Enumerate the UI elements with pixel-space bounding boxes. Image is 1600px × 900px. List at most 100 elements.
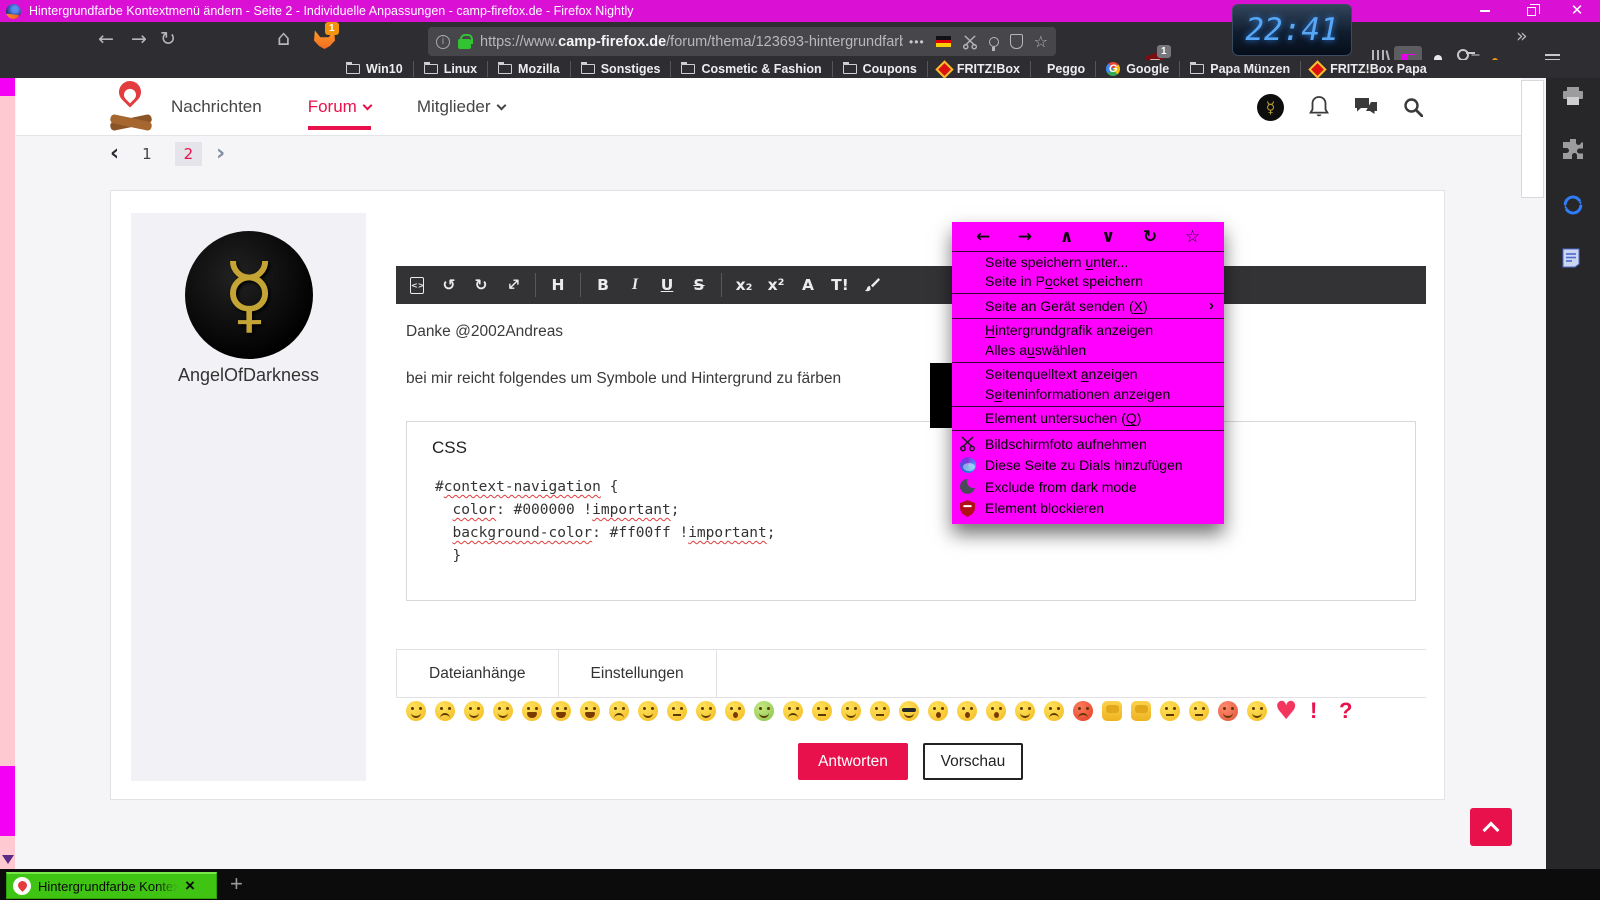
emoji-tongue[interactable] [493,701,513,721]
left-scrollbar-up-button[interactable] [0,78,15,96]
page-info-icon[interactable]: i [436,35,450,49]
right-scrollbar-thumb[interactable] [1521,80,1544,198]
tab-einstellungen[interactable]: Einstellungen [559,650,717,697]
emoji-grin[interactable] [522,701,542,721]
bookmark-item[interactable]: Sonstiges [570,61,671,77]
campfire-logo-icon[interactable] [108,80,154,130]
emoji-tired[interactable] [783,701,803,721]
author-avatar[interactable]: ☿ [185,231,313,359]
italic-button[interactable]: I [620,270,650,300]
menu-item[interactable]: Element blockieren [952,498,1224,520]
bookmark-item[interactable]: Linux [413,61,487,77]
bookmark-item[interactable]: Mozilla [487,61,570,77]
user-avatar[interactable]: ☿ [1257,94,1284,121]
fullscreen-button[interactable]: ↕ [498,270,528,300]
emoji-heart[interactable] [1276,701,1296,721]
pocket-shield-icon[interactable] [1010,34,1023,49]
active-tab[interactable]: Hintergrundfarbe Kontextmen × [6,872,217,899]
left-scrollbar-thumb[interactable] [0,766,15,836]
german-flag-icon[interactable] [936,36,951,47]
close-button[interactable]: ✕ [1554,0,1600,22]
font-color-button[interactable]: A [793,270,823,300]
emoji-joy[interactable] [580,701,600,721]
menu-item[interactable]: Bildschirmfoto aufnehmen [952,433,1224,455]
screenshot-page-action-icon[interactable] [962,34,978,50]
text-size-button[interactable]: T! [825,270,855,300]
emoji-rage[interactable] [1073,701,1093,721]
menu-item[interactable]: Exclude from dark mode [952,476,1224,498]
bookmark-item[interactable]: Coupons [832,61,927,77]
bold-button[interactable]: B [588,270,618,300]
clock-widget[interactable]: 22:41 [1232,4,1352,56]
left-scrollbar-track[interactable] [0,78,15,869]
forward-button[interactable]: → [131,28,147,50]
new-tab-button[interactable]: + [230,871,243,897]
maximize-button[interactable] [1508,0,1554,22]
bookmark-item[interactable]: GGoogle [1095,61,1179,77]
emoji-eye-roll[interactable] [986,701,1006,721]
emoji-laugh[interactable] [551,701,571,721]
reload-button[interactable]: ↻ [160,28,176,50]
pagination-page-2[interactable]: 2 [175,142,203,166]
scroll-to-top-button[interactable] [1470,808,1512,846]
emoji-angry[interactable] [609,701,629,721]
emoji-fist[interactable] [1102,701,1122,721]
emoji-devil[interactable] [1218,701,1238,721]
menu-bookmark-icon[interactable]: ☆ [1185,227,1200,247]
emoji-thumbs-up[interactable] [1131,701,1151,721]
menu-item[interactable]: Seiteninformationen anzeigen [952,384,1224,404]
menu-item[interactable]: Seite an Gerät senden (X)› [952,296,1224,316]
subscript-button[interactable]: x₂ [729,270,759,300]
emoji-kiss[interactable] [957,701,977,721]
extensions-button[interactable] [1562,138,1584,165]
nav-item-nachrichten[interactable]: Nachrichten [171,78,262,136]
pagination-page-1[interactable]: 1 [133,142,161,166]
menu-item[interactable]: Alles auswählen [952,340,1224,360]
print-button[interactable] [1562,86,1584,111]
url-bar[interactable]: i https://www.camp-firefox.de/forum/them… [428,27,1056,56]
emoji-flushed[interactable] [928,701,948,721]
emoji-sick[interactable] [754,701,774,721]
menu-item[interactable]: Seitenquelltext anzeigen [952,365,1224,385]
emoji-cry[interactable] [1044,701,1064,721]
conversations-icon[interactable] [1354,97,1378,117]
bookmark-item[interactable]: Papa Münzen [1179,61,1300,77]
emoji-smile[interactable] [406,701,426,721]
menu-back-icon[interactable]: ← [976,227,990,247]
bookmark-item[interactable]: FRITZ!Box Papa [1300,61,1437,77]
superscript-button[interactable]: x² [761,270,791,300]
overflow-menu-button[interactable]: » [1516,25,1528,47]
menu-item[interactable]: Hintergrundgrafik anzeigen [952,321,1224,341]
emoji-frown[interactable] [435,701,455,721]
left-scrollbar-down-arrow-icon[interactable] [2,855,14,864]
emoji-exclamation[interactable] [1305,701,1325,721]
emoji-smirk[interactable] [841,701,861,721]
bookmark-item[interactable]: FRITZ!Box [927,61,1030,77]
emoji-open-mouth[interactable] [725,701,745,721]
emoji-confused[interactable] [870,701,890,721]
page-actions-icon[interactable]: ••• [909,35,925,49]
menu-item[interactable]: Element untersuchen (Q) [952,409,1224,429]
bookmark-item[interactable]: Win10 [336,61,413,77]
nav-item-mitglieder[interactable]: Mitglieder [417,78,505,136]
emoji-wink[interactable] [464,701,484,721]
redo-button[interactable]: ↻ [466,270,496,300]
emoji-sleepy[interactable] [1160,701,1180,721]
emoji-wink-tongue[interactable] [638,701,658,721]
emoji-raised-brow[interactable] [1189,701,1209,721]
menu-scroll-up-icon[interactable]: ∧ [1060,227,1074,247]
emoji-think[interactable] [812,701,832,721]
sync-button[interactable] [1562,194,1584,221]
reader-notes-button[interactable] [1562,248,1580,273]
pagination-prev-icon[interactable]: ‹ [110,142,119,166]
bookmark-star-icon[interactable]: ☆ [1034,32,1048,51]
emoji-angel[interactable] [1247,701,1267,721]
emoji-yum[interactable] [696,701,716,721]
home-button[interactable]: ⌂ [277,26,290,50]
emoji-question[interactable] [1334,701,1354,721]
tab-dateianhänge[interactable]: Dateianhänge [396,650,559,697]
bookmark-item[interactable]: Peggo [1030,61,1095,77]
menu-reload-icon[interactable]: ↻ [1143,227,1157,247]
strikethrough-button[interactable]: S [684,270,714,300]
undo-button[interactable]: ↺ [434,270,464,300]
